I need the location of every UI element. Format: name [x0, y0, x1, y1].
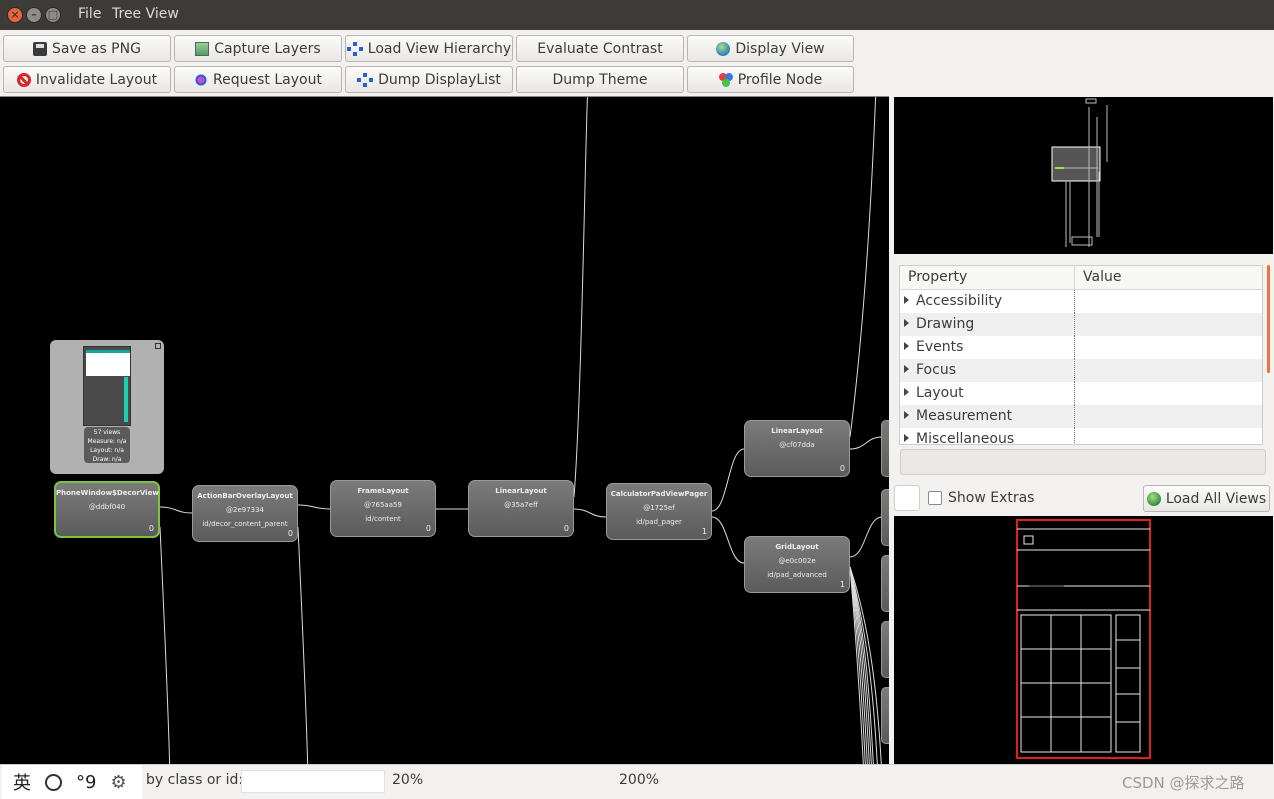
button-label: Capture Layers	[214, 40, 321, 57]
load-view-hierarchy-button[interactable]: Load View Hierarchy	[345, 35, 513, 62]
tree-node-offscreen[interactable]	[881, 687, 889, 744]
property-row-events[interactable]: Events	[900, 336, 1262, 359]
extras-blank-button[interactable]	[894, 485, 920, 511]
tree-node-phonewindow-decorview[interactable]: PhoneWindow$DecorView @ddbf040 0	[54, 481, 160, 538]
tree-node-linearlayout-child[interactable]: LinearLayout @cf07dda 0	[744, 420, 850, 477]
show-extras-label: Show Extras	[948, 490, 1035, 506]
hierarchy-icon	[346, 41, 363, 56]
property-row-accessibility[interactable]: Accessibility	[900, 290, 1262, 313]
property-row-focus[interactable]: Focus	[900, 359, 1262, 382]
extras-bar: Show Extras Load All Views	[894, 484, 1273, 514]
layout-time: Layout: n/a	[90, 447, 124, 454]
tree-overview-minimap[interactable]	[894, 97, 1273, 254]
title-bar: × – □ File Tree View	[0, 0, 1274, 30]
tree-node-offscreen[interactable]	[881, 420, 889, 477]
evaluate-contrast-button[interactable]: Evaluate Contrast	[516, 35, 684, 62]
display-view-button[interactable]: Display View	[687, 35, 854, 62]
tree-node-offscreen[interactable]	[881, 489, 889, 546]
tree-node-offscreen[interactable]	[881, 621, 889, 678]
button-label: Request Layout	[213, 71, 322, 88]
maximize-icon: □	[47, 8, 59, 21]
properties-header: Property Value	[900, 266, 1262, 290]
request-layout-button[interactable]: Request Layout	[174, 66, 342, 93]
ime-punctuation-icon[interactable]: °9	[76, 772, 96, 793]
ime-mode-icon[interactable]	[45, 773, 62, 791]
button-label: Load All Views	[1165, 490, 1267, 507]
button-label: Evaluate Contrast	[537, 40, 663, 57]
preview-stats: 57 views Measure: n/a Layout: n/a Draw: …	[84, 427, 130, 463]
minimap-drawing	[1051, 98, 1108, 247]
thumbnail-display	[86, 350, 130, 376]
dump-displaylist-button[interactable]: Dump DisplayList	[345, 66, 513, 93]
button-label: Profile Node	[737, 71, 823, 88]
close-icon: ×	[10, 8, 20, 21]
filter-label: by class or id:	[146, 772, 244, 788]
load-all-views-button[interactable]: Load All Views	[1143, 485, 1270, 512]
no-entry-icon	[16, 72, 31, 87]
zoom-max-label: 200%	[619, 772, 660, 788]
node-preview-card: 57 views Measure: n/a Layout: n/a Draw: …	[50, 340, 164, 474]
button-label: Dump DisplayList	[378, 71, 501, 88]
capture-layers-button[interactable]: Capture Layers	[174, 35, 342, 62]
watermark-text: CSDN @探求之路	[1122, 774, 1245, 792]
maximize-window-button[interactable]: □	[45, 7, 61, 23]
globe-icon	[716, 41, 731, 56]
button-label: Invalidate Layout	[35, 71, 158, 88]
hierarchy-viewer-window: × – □ File Tree View Save as PNG Capture…	[0, 0, 1274, 799]
tree-node-framelayout[interactable]: FrameLayout @765aa59 id/content 0	[330, 480, 436, 537]
draw-time: Draw: n/a	[92, 456, 122, 463]
property-row-layout[interactable]: Layout	[900, 382, 1262, 405]
column-header-value[interactable]: Value	[1075, 266, 1121, 289]
column-header-property[interactable]: Property	[900, 266, 1075, 289]
tree-node-gridlayout[interactable]: GridLayout @e0c002e id/pad_advanced 1	[744, 536, 850, 593]
save-as-png-button[interactable]: Save as PNG	[3, 35, 171, 62]
status-bar: 英 °9 ⚙ by class or id: 20% 200% CSDN @探求…	[0, 764, 1274, 799]
minimize-window-button[interactable]: –	[26, 7, 42, 23]
layout-wireframe	[1016, 519, 1151, 759]
button-label: Dump Theme	[552, 71, 648, 88]
tree-node-actionbaroverlaylayout[interactable]: ActionBarOverlayLayout @2e97334 id/decor…	[192, 485, 298, 542]
zoom-min-label: 20%	[392, 772, 424, 788]
show-extras-checkbox[interactable]	[928, 491, 942, 505]
property-value-field[interactable]	[900, 449, 1266, 475]
invalidate-layout-button[interactable]: Invalidate Layout	[3, 66, 171, 93]
property-row-miscellaneous[interactable]: Miscellaneous	[900, 428, 1262, 444]
view-thumbnail	[83, 346, 131, 426]
globe-icon	[1146, 491, 1161, 506]
close-window-button[interactable]: ×	[7, 7, 23, 23]
property-row-measurement[interactable]: Measurement	[900, 405, 1262, 428]
hierarchy-icon	[357, 72, 374, 87]
input-method-toolbar: 英 °9 ⚙	[2, 765, 142, 799]
tree-view-canvas[interactable]: 57 views Measure: n/a Layout: n/a Draw: …	[0, 96, 889, 764]
tree-node-calculatorpadviewpager[interactable]: CalculatorPadViewPager @1725ef id/pad_pa…	[606, 483, 712, 540]
properties-panel: Property Value Accessibility Drawing Eve…	[894, 259, 1273, 479]
tree-node-linearlayout[interactable]: LinearLayout @35a7eff 0	[468, 480, 574, 537]
tree-node-offscreen[interactable]	[881, 555, 889, 612]
layers-icon	[195, 41, 210, 56]
measure-time: Measure: n/a	[87, 438, 127, 445]
layout-view-panel[interactable]	[894, 516, 1273, 764]
profile-icon	[718, 72, 733, 87]
button-label: Display View	[735, 40, 825, 57]
button-label: Load View Hierarchy	[367, 40, 512, 57]
dump-theme-button[interactable]: Dump Theme	[516, 66, 684, 93]
views-count: 57 views	[93, 429, 121, 436]
properties-table: Property Value Accessibility Drawing Eve…	[899, 265, 1263, 445]
button-label: Save as PNG	[52, 40, 141, 57]
menu-file[interactable]: File	[78, 6, 101, 22]
floppy-disk-icon	[33, 41, 48, 56]
ime-language-indicator[interactable]: 英	[13, 769, 31, 795]
menu-tree-view[interactable]: Tree View	[112, 6, 179, 22]
property-row-drawing[interactable]: Drawing	[900, 313, 1262, 336]
thumbnail-accent	[124, 377, 128, 422]
minimize-icon: –	[31, 8, 37, 21]
request-icon	[194, 72, 209, 87]
properties-scrollbar[interactable]	[1267, 265, 1270, 373]
profile-node-button[interactable]: Profile Node	[687, 66, 854, 93]
filter-by-class-input[interactable]	[241, 770, 385, 793]
gear-icon[interactable]: ⚙	[110, 772, 126, 793]
expand-icon[interactable]	[155, 343, 161, 349]
